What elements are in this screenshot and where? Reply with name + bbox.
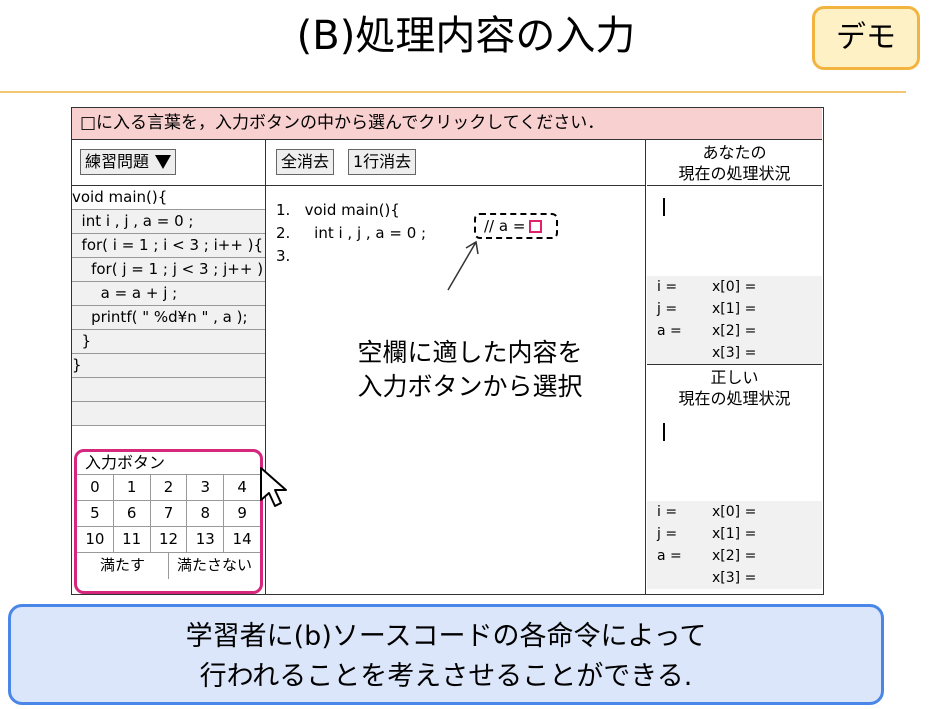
demo-badge: デモ [812, 6, 920, 70]
var-row: x[3] = [647, 342, 822, 364]
var-name: a = [657, 548, 682, 564]
var-name: i = [657, 504, 678, 520]
app-frame: □に入る言葉を，入力ボタンの中から選んでクリックしてください． 練習問題 voi… [71, 107, 824, 595]
correct-status-area [647, 411, 822, 501]
keypad-button[interactable]: 8 [187, 501, 225, 526]
code-line[interactable]: } [72, 354, 265, 378]
clear-all-button[interactable]: 全消去 [276, 149, 335, 175]
title-divider [0, 91, 906, 93]
var-name: j = [657, 301, 678, 317]
summary-box: 学習者に(b)ソースコードの各命令によって 行われることを考えさせることができる… [8, 604, 884, 705]
mouse-cursor-icon [260, 467, 287, 507]
your-status-title-1: あなたの [702, 143, 767, 162]
array-name: x[3] = [712, 345, 757, 361]
keypad-button[interactable]: 6 [114, 501, 151, 526]
summary-line-2: 行われることを考えさせることができる. [199, 661, 693, 692]
keypad-button[interactable]: 3 [187, 475, 225, 500]
keypad-button[interactable]: 4 [224, 475, 260, 500]
answer-prefix: // a = [484, 216, 526, 235]
var-name [647, 567, 712, 589]
problem-select-label: 練習問題 [85, 152, 150, 171]
input-button-title: 入力ボタン [77, 452, 260, 475]
keypad-row: 56789 [77, 501, 260, 527]
your-status-header: あなたの 現在の処理状況 [647, 140, 822, 186]
code-line[interactable]: printf( " %d¥n " , a ); [72, 306, 265, 330]
array-name: x[0] = [712, 279, 757, 295]
array-name: x[3] = [712, 570, 757, 586]
code-line[interactable]: for( i = 1 ; i < 3 ; i++ ){ [72, 234, 265, 258]
status-panel: あなたの 現在の処理状況 i = x[0] = j = x[1] = a = x[2]… [647, 140, 822, 594]
keypad-button[interactable]: 5 [77, 501, 114, 526]
var-name: a = [657, 323, 682, 339]
callout-line-1: 空欄に適した内容を [357, 338, 583, 367]
keypad-button[interactable]: 1 [114, 475, 151, 500]
page-title: (B)処理内容の入力 [296, 13, 636, 59]
instruction-bar: □に入る言葉を，入力ボタンの中から選んでクリックしてください． [72, 108, 822, 140]
problem-header: 練習問題 [72, 140, 265, 186]
clear-line-button[interactable]: 1行消去 [348, 149, 417, 175]
source-code-list: void main(){ int i , j , a = 0 ; for( i … [72, 186, 265, 426]
var-row: i = x[0] = [647, 276, 822, 298]
editor-toolbar: 全消去 1行消去 [266, 140, 645, 186]
var-name: j = [657, 526, 678, 542]
keypad-button[interactable]: 11 [114, 527, 151, 552]
keypad-button[interactable]: 2 [151, 475, 188, 500]
keypad-button[interactable]: 0 [77, 475, 114, 500]
callout-text: 空欄に適した内容を 入力ボタンから選択 [340, 336, 600, 404]
keypad-button[interactable]: 満たさない [169, 553, 260, 579]
code-line[interactable]: } [72, 330, 265, 354]
keypad-button[interactable]: 7 [151, 501, 188, 526]
your-status-area [647, 186, 822, 276]
text-caret [663, 423, 665, 441]
correct-status-title-2: 現在の処理状況 [678, 389, 791, 408]
code-line[interactable] [72, 378, 265, 402]
array-name: x[0] = [712, 504, 757, 520]
array-name: x[2] = [712, 548, 757, 564]
code-line[interactable]: int i , j , a = 0 ; [72, 210, 265, 234]
source-code-panel: 練習問題 void main(){ int i , j , a = 0 ; fo… [72, 140, 266, 594]
keypad-row: 満たす 満たさない [77, 553, 260, 579]
code-line[interactable] [72, 402, 265, 426]
keypad-grid: 0 1 2 3 4 5 6 7 8 9 10 11 12 13 14 満たす 満たさない [77, 475, 260, 579]
array-name: x[2] = [712, 323, 757, 339]
code-line[interactable]: void main(){ [72, 186, 265, 210]
array-name: x[1] = [712, 301, 757, 317]
correct-variables: i = x[0] = j = x[1] = a = x[2] = x[3] = [647, 501, 822, 589]
keypad-button[interactable]: 10 [77, 527, 114, 552]
correct-status-header: 正しい 現在の処理状況 [647, 365, 822, 411]
array-name: x[1] = [712, 526, 757, 542]
text-caret [663, 198, 665, 216]
keypad-button[interactable]: 12 [151, 527, 188, 552]
code-line[interactable]: a = a + j ; [72, 282, 265, 306]
var-row: i = x[0] = [647, 501, 822, 523]
editor-line-3[interactable]: 3. [276, 247, 290, 265]
keypad-button[interactable]: 9 [224, 501, 260, 526]
var-name [647, 342, 712, 364]
keypad-button[interactable]: 13 [187, 527, 225, 552]
var-row: j = x[1] = [647, 523, 822, 545]
keypad-row: 01234 [77, 475, 260, 501]
problem-select-button[interactable]: 練習問題 [80, 149, 177, 175]
dropdown-triangle-icon [155, 155, 172, 169]
your-status-title-2: 現在の処理状況 [678, 164, 791, 183]
var-row: a = x[2] = [647, 320, 822, 342]
blank-square-icon[interactable] [529, 219, 543, 233]
summary-line-1: 学習者に(b)ソースコードの各命令によって [185, 621, 707, 652]
input-button-panel: 入力ボタン 0 1 2 3 4 5 6 7 8 9 10 11 12 13 14 満たす 満たさない [74, 449, 263, 594]
your-variables: i = x[0] = j = x[1] = a = x[2] = x[3] = [647, 276, 822, 364]
answer-input-box[interactable]: // a = [474, 213, 558, 239]
var-name: i = [657, 279, 678, 295]
var-row: j = x[1] = [647, 298, 822, 320]
var-row: x[3] = [647, 567, 822, 589]
keypad-button[interactable]: 満たす [77, 553, 169, 579]
answer-editor-panel: 全消去 1行消去 1. void main(){ 2. int i , j , … [266, 140, 646, 594]
keypad-button[interactable]: 14 [224, 527, 260, 552]
keypad-row: 10 11 12 13 14 [77, 527, 260, 553]
callout-arrow-icon [447, 240, 479, 291]
correct-status-title-1: 正しい [710, 368, 759, 387]
var-row: a = x[2] = [647, 545, 822, 567]
code-line[interactable]: for( j = 1 ; j < 3 ; j++ ) [72, 258, 265, 282]
callout-line-2: 入力ボタンから選択 [357, 372, 583, 401]
